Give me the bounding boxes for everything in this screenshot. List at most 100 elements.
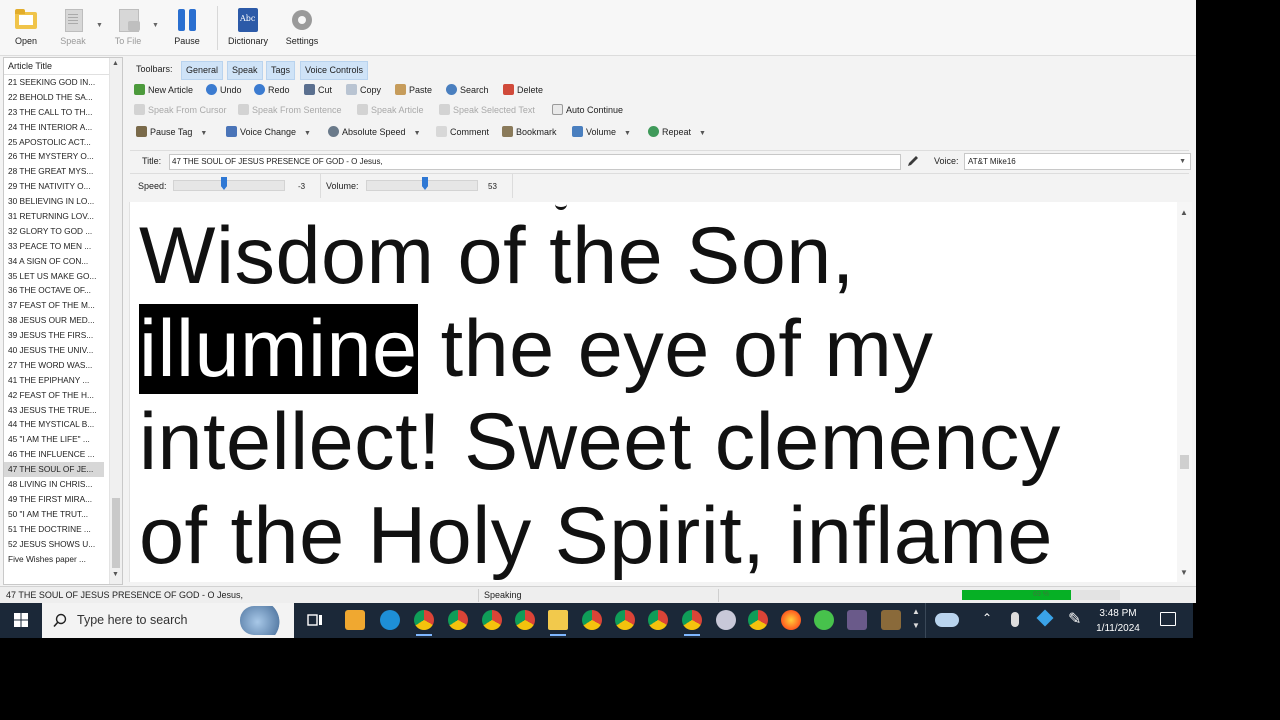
list-item[interactable]: 39 JESUS THE FIRS... bbox=[4, 328, 104, 343]
list-item[interactable]: 36 THE OCTAVE OF... bbox=[4, 283, 104, 298]
list-item[interactable]: 29 THE NATIVITY O... bbox=[4, 179, 104, 194]
undo-button[interactable]: Undo bbox=[206, 81, 242, 99]
list-item[interactable]: 21 SEEKING GOD IN... bbox=[4, 75, 104, 90]
article-text-area[interactable]: Wisdom of the Son, illumine the eye of m… bbox=[129, 202, 1177, 582]
list-item[interactable]: 37 FEAST OF THE M... bbox=[4, 298, 104, 313]
speak-article-button[interactable]: Speak Article bbox=[357, 101, 424, 119]
chevron-down-icon[interactable]: ▼ bbox=[624, 130, 631, 137]
bookmark-button[interactable]: Bookmark bbox=[502, 123, 557, 141]
tab-tags[interactable]: Tags bbox=[266, 61, 296, 80]
list-item[interactable]: 41 THE EPIPHANY ... bbox=[4, 373, 104, 388]
open-button[interactable]: Open bbox=[12, 6, 40, 46]
scroll-down-icon[interactable]: ▼ bbox=[1180, 568, 1188, 577]
repeat-button[interactable]: Repeat ▼ bbox=[648, 123, 706, 141]
search-button[interactable]: Search bbox=[446, 81, 489, 99]
chrome-icon[interactable] bbox=[615, 610, 635, 630]
list-item[interactable]: 48 LIVING IN CHRIS... bbox=[4, 477, 104, 492]
list-item[interactable]: 33 PEACE TO MEN ... bbox=[4, 239, 104, 254]
scrollbar-thumb[interactable] bbox=[1180, 455, 1189, 469]
chrome-icon[interactable] bbox=[482, 610, 502, 630]
chrome-icon[interactable] bbox=[682, 610, 702, 636]
list-item[interactable]: 35 LET US MAKE GO... bbox=[4, 269, 104, 284]
to-file-button[interactable]: To File bbox=[112, 6, 144, 46]
pause-tag-button[interactable]: Pause Tag ▼ bbox=[136, 123, 207, 141]
list-item[interactable]: 38 JESUS OUR MED... bbox=[4, 313, 104, 328]
list-item[interactable]: 22 BEHOLD THE SA... bbox=[4, 90, 104, 105]
microphone-icon[interactable] bbox=[1011, 612, 1019, 627]
chrome-icon[interactable] bbox=[448, 610, 468, 630]
speed-track[interactable] bbox=[173, 180, 285, 191]
show-hidden-icons-icon[interactable]: ⌃ bbox=[982, 611, 992, 625]
chrome-icon[interactable] bbox=[414, 610, 434, 636]
title-field[interactable]: 47 THE SOUL OF JESUS PRESENCE OF GOD - O… bbox=[169, 154, 901, 170]
app-tray-icon[interactable] bbox=[1036, 609, 1054, 627]
app-icon[interactable] bbox=[814, 610, 834, 630]
chrome-icon[interactable] bbox=[515, 610, 535, 630]
voice-change-button[interactable]: Voice Change ▼ bbox=[226, 123, 311, 141]
voice-select[interactable]: AT&T Mike16 ▼ bbox=[964, 153, 1191, 170]
notification-icon[interactable] bbox=[1160, 612, 1176, 626]
chevron-down-icon[interactable]: ▼ bbox=[200, 130, 207, 137]
scroll-down-icon[interactable]: ▼ bbox=[112, 571, 119, 578]
list-item[interactable]: 23 THE CALL TO TH... bbox=[4, 105, 104, 120]
list-item[interactable]: 26 THE MYSTERY O... bbox=[4, 149, 104, 164]
edge-icon[interactable] bbox=[380, 610, 400, 630]
list-item[interactable]: 32 GLORY TO GOD ... bbox=[4, 224, 104, 239]
list-item[interactable]: 49 THE FIRST MIRA... bbox=[4, 492, 104, 507]
chrome-icon[interactable] bbox=[582, 610, 602, 630]
list-item[interactable]: 50 "I AM THE TRUT... bbox=[4, 507, 104, 522]
article-title-header[interactable]: Article Title bbox=[4, 58, 122, 75]
article-scrollbar[interactable]: ▲ ▼ bbox=[1177, 202, 1192, 582]
file-explorer-icon[interactable] bbox=[548, 610, 568, 636]
list-item[interactable]: 45 "I AM THE LIFE" ... bbox=[4, 432, 104, 447]
pencil-icon[interactable] bbox=[906, 154, 920, 168]
scroll-up-icon[interactable]: ▲ bbox=[112, 60, 119, 67]
chrome-icon[interactable] bbox=[748, 610, 768, 630]
article-list-scrollbar[interactable]: ▲ ▼ bbox=[109, 58, 122, 584]
comment-button[interactable]: Comment bbox=[436, 123, 489, 141]
list-item[interactable]: 42 FEAST OF THE H... bbox=[4, 388, 104, 403]
speak-from-cursor-button[interactable]: Speak From Cursor bbox=[134, 101, 227, 119]
to-file-dropdown-icon[interactable]: ▼ bbox=[152, 22, 159, 29]
list-item[interactable]: Five Wishes paper ... bbox=[4, 552, 104, 567]
redo-button[interactable]: Redo bbox=[254, 81, 290, 99]
list-item[interactable]: 31 RETURNING LOV... bbox=[4, 209, 104, 224]
store-icon[interactable] bbox=[345, 610, 365, 630]
chrome-icon[interactable] bbox=[648, 610, 668, 630]
paste-button[interactable]: Paste bbox=[395, 81, 432, 99]
scrollbar-thumb[interactable] bbox=[112, 498, 120, 568]
app-icon[interactable] bbox=[847, 610, 867, 630]
list-item[interactable]: 27 THE WORD WAS... bbox=[4, 358, 104, 373]
auto-continue-button[interactable]: Auto Continue bbox=[552, 101, 623, 119]
list-item[interactable]: 47 THE SOUL OF JE... bbox=[4, 462, 104, 478]
app-icon[interactable] bbox=[881, 610, 901, 630]
list-item[interactable]: 30 BELIEVING IN LO... bbox=[4, 194, 104, 209]
list-item[interactable]: 28 THE GREAT MYS... bbox=[4, 164, 104, 179]
dictionary-button[interactable]: Abc Dictionary bbox=[226, 6, 270, 46]
speak-from-sentence-button[interactable]: Speak From Sentence bbox=[238, 101, 342, 119]
list-item[interactable]: 40 JESUS THE UNIV... bbox=[4, 343, 104, 358]
app-icon[interactable] bbox=[716, 610, 736, 630]
list-item[interactable]: 25 APOSTOLIC ACT... bbox=[4, 135, 104, 150]
absolute-speed-button[interactable]: Absolute Speed ▼ bbox=[328, 123, 421, 141]
firefox-icon[interactable] bbox=[781, 610, 801, 630]
speak-selected-text-button[interactable]: Speak Selected Text bbox=[439, 101, 535, 119]
list-item[interactable]: 46 THE INFLUENCE ... bbox=[4, 447, 104, 462]
list-item[interactable]: 51 THE DOCTRINE ... bbox=[4, 522, 104, 537]
start-button[interactable] bbox=[0, 603, 42, 638]
taskbar-overflow-arrows[interactable]: ▲ ▼ bbox=[912, 605, 920, 633]
chevron-down-icon[interactable]: ▼ bbox=[414, 130, 421, 137]
article-list[interactable]: Article Title 21 SEEKING GOD IN... 22 BEH… bbox=[3, 57, 123, 585]
new-article-button[interactable]: New Article bbox=[134, 81, 193, 99]
weather-cloud-icon[interactable] bbox=[935, 613, 959, 627]
tab-general[interactable]: General bbox=[181, 61, 224, 80]
scroll-up-icon[interactable]: ▲ bbox=[1180, 208, 1188, 217]
settings-button[interactable]: Settings bbox=[283, 6, 321, 46]
pause-button[interactable]: Pause bbox=[172, 6, 202, 46]
pen-tray-icon[interactable]: ✎ bbox=[1068, 609, 1081, 629]
list-item[interactable]: 24 THE INTERIOR A... bbox=[4, 120, 104, 135]
list-item[interactable]: 44 THE MYSTICAL B... bbox=[4, 417, 104, 432]
chevron-down-icon[interactable]: ▼ bbox=[304, 130, 311, 137]
list-item[interactable]: 34 A SIGN OF CON... bbox=[4, 254, 104, 269]
task-view-icon[interactable] bbox=[305, 610, 325, 630]
